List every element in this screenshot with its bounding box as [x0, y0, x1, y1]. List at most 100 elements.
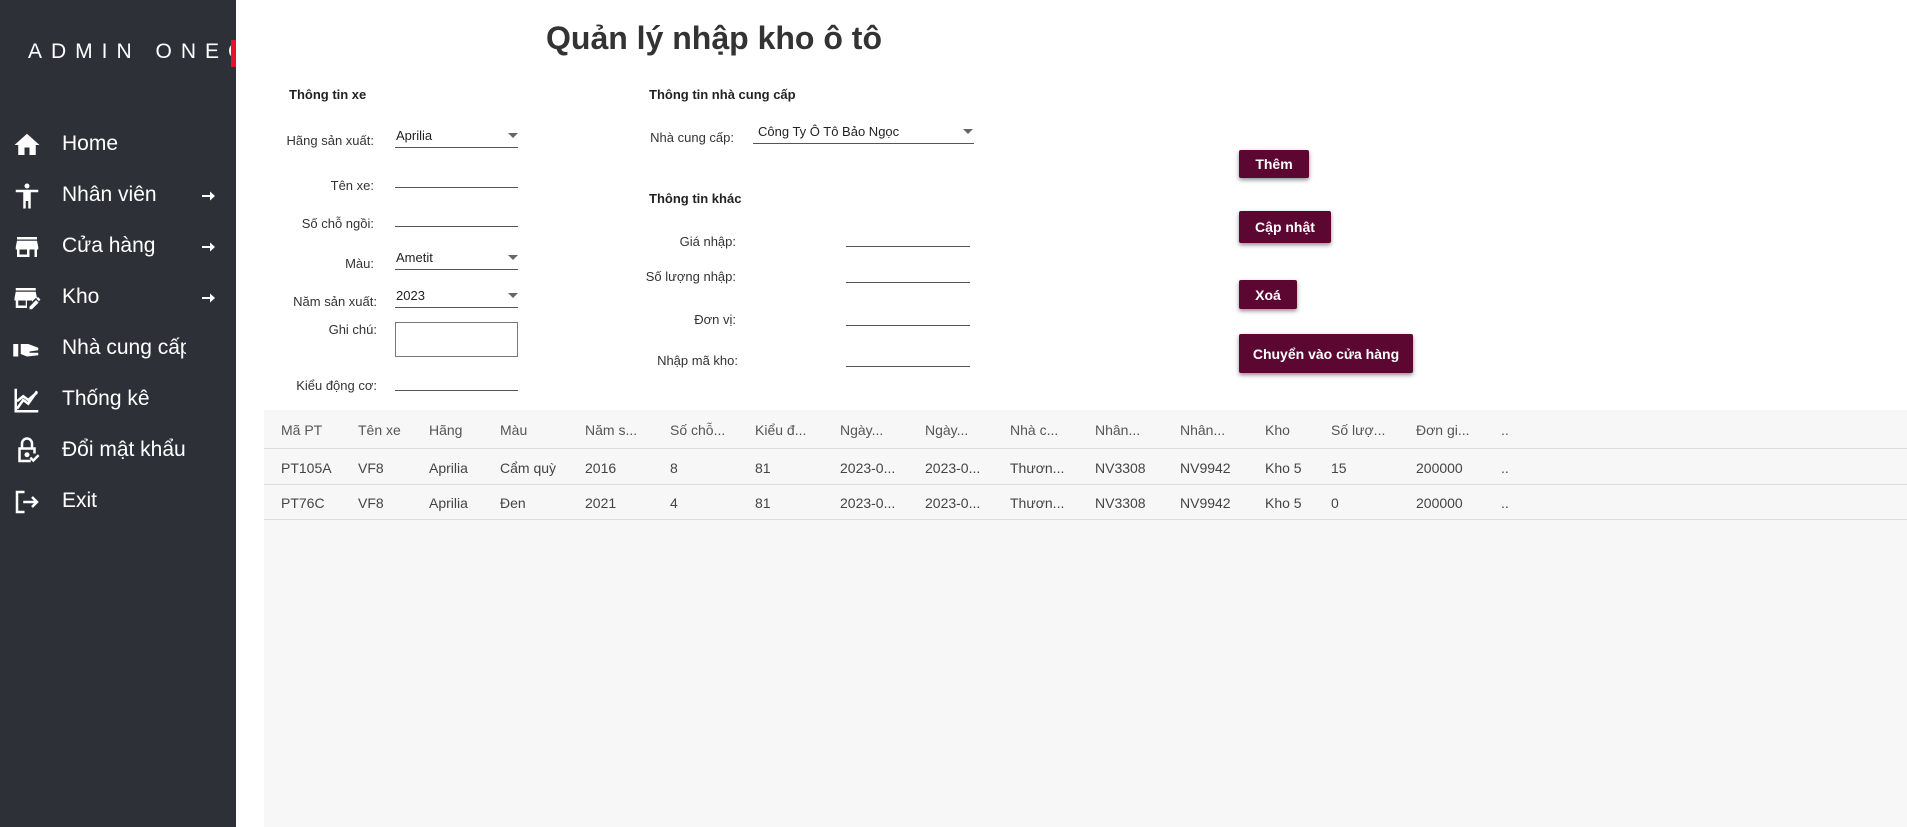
home-icon [12, 130, 42, 160]
table-cell: 2023-0... [840, 495, 896, 511]
arrow-right-icon [200, 239, 216, 255]
manufacturer-select[interactable]: Aprilia [395, 124, 518, 148]
column-header[interactable]: Năm s... [585, 422, 665, 438]
column-header[interactable]: Nhân... [1095, 422, 1175, 438]
seats-input[interactable] [395, 205, 518, 227]
table-cell: NV9942 [1180, 460, 1231, 476]
sidebar-item-cua-hang[interactable]: Cửa hàng [0, 225, 236, 269]
column-header[interactable]: .. [1501, 422, 1531, 438]
sidebar-item-label: Kho [62, 285, 100, 308]
sidebar-item-label: Nhân viên [62, 183, 157, 206]
column-header[interactable]: Đơn gi... [1416, 422, 1496, 438]
supplier-hand-icon [12, 334, 42, 364]
supplier-select[interactable]: Công Ty Ô Tô Bảo Ngọc [753, 120, 974, 144]
table-cell: PT76C [281, 495, 325, 511]
table-cell: 2023-0... [840, 460, 896, 476]
supplier-select-value: Công Ty Ô Tô Bảo Ngọc [758, 124, 900, 139]
table-cell: Thươn... [1010, 495, 1065, 511]
brand-accent-bar [231, 40, 236, 67]
seats-label: Số chỗ ngồi: [301, 216, 374, 231]
column-header[interactable]: Số chỗ... [670, 422, 750, 438]
add-button[interactable]: Thêm [1239, 150, 1309, 178]
table-header: Mã PT Tên xe Hãng Màu Năm s... Số chỗ...… [264, 410, 1907, 449]
sidebar-item-label: Nhà cung cấp [62, 336, 186, 359]
section-title-car-info: Thông tin xe [289, 87, 367, 102]
sidebar-item-nhan-vien[interactable]: Nhân viên [0, 174, 236, 218]
section-title-other-info: Thông tin khác [649, 191, 742, 206]
engine-input[interactable] [395, 369, 518, 391]
table-cell: 200000 [1416, 495, 1463, 511]
price-label: Giá nhập: [679, 234, 736, 249]
sidebar: ADMIN ONEG Home Nhân viên Cửa hàng Kho N… [0, 0, 236, 827]
column-header[interactable]: Nhân... [1180, 422, 1260, 438]
chevron-down-icon [963, 129, 973, 134]
note-textarea[interactable] [395, 322, 518, 357]
arrow-right-icon [200, 290, 216, 306]
column-header[interactable]: Kho [1265, 422, 1325, 438]
column-header[interactable]: Nhà c... [1010, 422, 1090, 438]
year-select-value: 2023 [396, 288, 425, 303]
quantity-input[interactable] [846, 261, 970, 283]
warehouse-edit-icon [12, 283, 42, 313]
color-select-value: Ametit [396, 250, 433, 265]
sidebar-item-exit[interactable]: Exit [0, 480, 236, 524]
price-input[interactable] [846, 225, 970, 247]
year-label: Năm sản xuất: [293, 294, 377, 309]
lock-check-icon [12, 436, 42, 466]
import-table[interactable]: Mã PT Tên xe Hãng Màu Năm s... Số chỗ...… [264, 410, 1907, 827]
table-cell: 200000 [1416, 460, 1463, 476]
column-header[interactable]: Kiểu đ... [755, 422, 835, 438]
update-button[interactable]: Cập nhật [1239, 211, 1331, 243]
table-cell: .. [1501, 495, 1509, 511]
table-cell: 0 [1331, 495, 1339, 511]
color-label: Màu: [345, 256, 374, 271]
column-header[interactable]: Mã PT [281, 422, 351, 438]
table-cell: VF8 [358, 495, 384, 511]
sidebar-item-doi-mat-khau[interactable]: Đổi mật khẩu [0, 429, 236, 473]
table-cell: Aprilia [429, 460, 468, 476]
table-cell: 2021 [585, 495, 617, 511]
manufacturer-select-value: Aprilia [396, 128, 433, 143]
chevron-down-icon [508, 293, 518, 298]
quantity-label: Số lượng nhập: [645, 269, 736, 284]
chevron-down-icon [508, 133, 518, 138]
delete-button[interactable]: Xoá [1239, 280, 1297, 309]
table-cell: 15 [1331, 460, 1347, 476]
page-title: Quản lý nhập kho ô tô [546, 20, 882, 56]
table-cell: Kho 5 [1265, 460, 1302, 476]
column-header[interactable]: Tên xe [358, 422, 426, 438]
color-select[interactable]: Ametit [395, 246, 518, 270]
warehouse-code-label: Nhập mã kho: [657, 353, 738, 368]
sidebar-item-label: Thống kê [62, 387, 150, 410]
sidebar-item-kho[interactable]: Kho [0, 276, 236, 320]
column-header[interactable]: Ngày... [840, 422, 920, 438]
table-row[interactable]: PT76C VF8 Aprilia Đen 2021 4 81 2023-0..… [264, 485, 1907, 520]
supplier-label: Nhà cung cấp: [650, 130, 734, 145]
table-cell: Kho 5 [1265, 495, 1302, 511]
note-label: Ghi chú: [328, 322, 377, 337]
brand-logo-text: ADMIN ONEG [28, 40, 236, 63]
year-select[interactable]: 2023 [395, 284, 518, 308]
column-header[interactable]: Số lượ... [1331, 422, 1411, 438]
engine-label: Kiểu động cơ: [296, 378, 377, 393]
section-title-supplier-info: Thông tin nhà cung cấp [649, 87, 796, 102]
table-cell: 2023-0... [925, 495, 981, 511]
arrow-right-icon [200, 188, 216, 204]
move-to-store-button[interactable]: Chuyển vào cửa hàng [1239, 334, 1413, 373]
column-header[interactable]: Ngày... [925, 422, 1005, 438]
table-row[interactable]: PT105A VF8 Aprilia Cẩm quỳ 2016 8 81 202… [264, 450, 1907, 485]
table-cell: NV3308 [1095, 495, 1146, 511]
warehouse-code-input[interactable] [846, 345, 970, 367]
car-name-input[interactable] [395, 166, 518, 188]
table-cell: 8 [670, 460, 678, 476]
table-cell: 4 [670, 495, 678, 511]
sidebar-item-thong-ke[interactable]: Thống kê [0, 378, 236, 422]
sidebar-item-label: Exit [62, 489, 98, 512]
sidebar-item-home[interactable]: Home [0, 123, 236, 167]
column-header[interactable]: Màu [500, 422, 580, 438]
sidebar-item-nha-cung-cap[interactable]: Nhà cung cấp [0, 327, 236, 371]
table-cell: Cẩm quỳ [500, 460, 557, 476]
unit-input[interactable] [846, 304, 970, 326]
column-header[interactable]: Hãng [429, 422, 497, 438]
sidebar-item-label: Đổi mật khẩu [62, 438, 186, 461]
